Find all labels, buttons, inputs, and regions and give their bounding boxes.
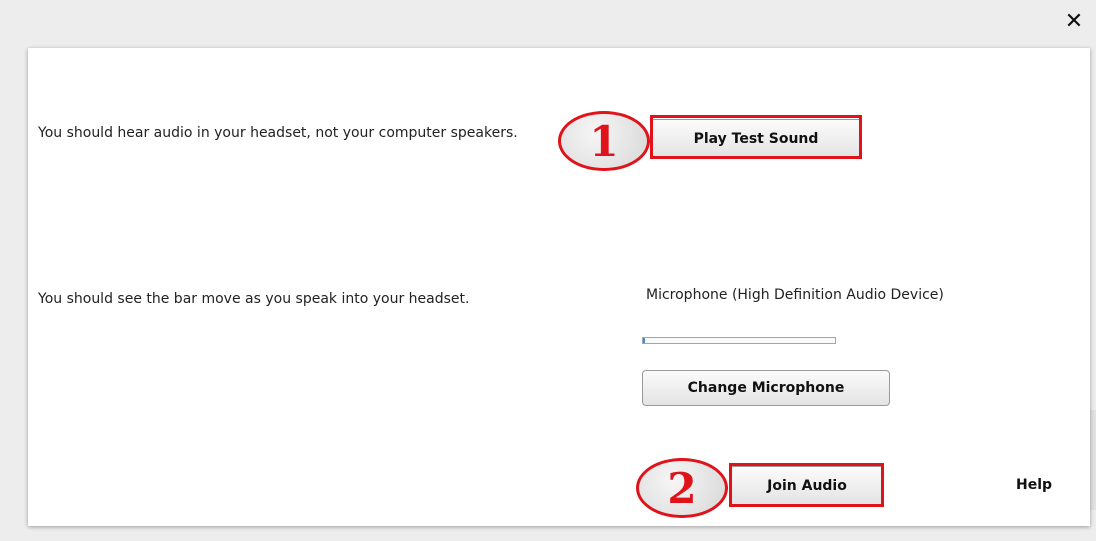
join-audio-button[interactable]: Join Audio — [730, 466, 884, 506]
microphone-device-label: Microphone (High Definition Audio Device… — [646, 287, 944, 303]
speaker-test-description: You should hear audio in your headset, n… — [38, 125, 518, 141]
audio-setup-dialog: You should hear audio in your headset, n… — [28, 48, 1090, 526]
change-microphone-button[interactable]: Change Microphone — [642, 370, 890, 406]
step-1-badge: 1 — [558, 111, 650, 171]
mic-level-bar — [642, 337, 836, 344]
help-link[interactable]: Help — [1016, 477, 1052, 493]
play-test-sound-button[interactable]: Play Test Sound — [650, 119, 862, 159]
close-icon[interactable]: ✕ — [1062, 10, 1086, 34]
step-2-badge: 2 — [636, 458, 728, 518]
mic-level-fill — [643, 338, 645, 343]
mic-test-description: You should see the bar move as you speak… — [38, 291, 470, 307]
